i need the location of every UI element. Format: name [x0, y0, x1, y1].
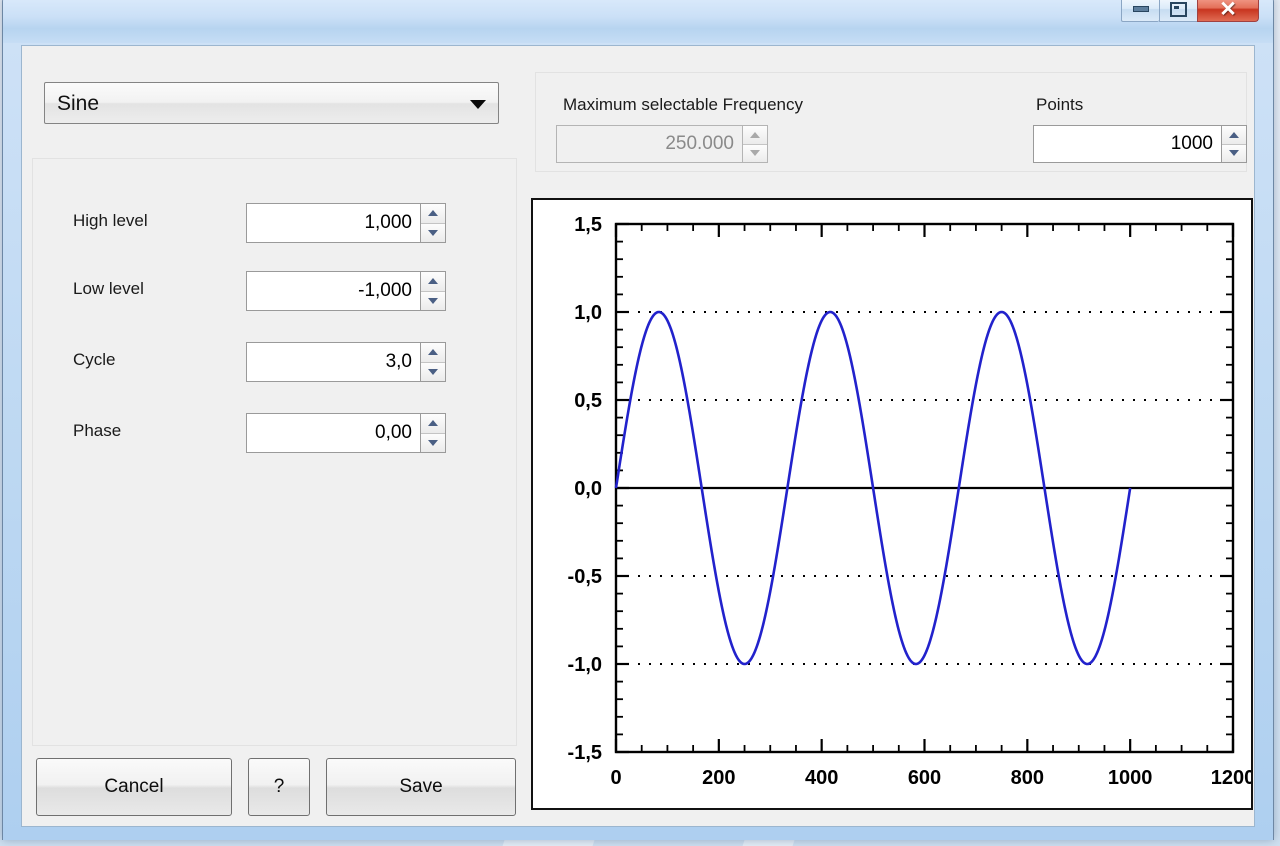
svg-text:-0,5: -0,5: [568, 566, 602, 588]
close-button[interactable]: ✕: [1197, 0, 1259, 22]
triangle-down-icon: [428, 368, 438, 375]
low-level-input[interactable]: -1,000: [246, 271, 420, 311]
phase-label: Phase: [73, 421, 122, 440]
window-controls: ✕: [1121, 0, 1259, 23]
waveform-type-dropdown[interactable]: Sine: [44, 82, 499, 124]
low-level-spin-buttons: [420, 271, 446, 311]
max-frequency-stepper: 250.000: [556, 125, 768, 163]
cycle-stepper[interactable]: 3,0: [246, 342, 446, 382]
help-button[interactable]: ?: [248, 758, 310, 816]
save-button[interactable]: Save: [326, 758, 516, 816]
triangle-down-icon: [428, 229, 438, 236]
svg-text:1200: 1200: [1211, 767, 1251, 789]
left-panel: Sine High level 1,000 Low level -1,000 C…: [22, 46, 527, 826]
dialog-buttons: Cancel ? Save: [36, 758, 516, 816]
low-level-stepper[interactable]: -1,000: [246, 271, 446, 311]
maximize-button[interactable]: [1159, 0, 1197, 22]
low-level-increment-button[interactable]: [421, 272, 445, 292]
svg-text:400: 400: [805, 767, 838, 789]
high-level-stepper[interactable]: 1,000: [246, 203, 446, 243]
high-level-label: High level: [73, 211, 148, 230]
triangle-up-icon: [428, 349, 438, 356]
param-row-low-level: Low level -1,000: [33, 271, 516, 311]
points-increment-button[interactable]: [1222, 126, 1246, 145]
points-stepper[interactable]: 1000: [1033, 125, 1247, 163]
phase-stepper[interactable]: 0,00: [246, 413, 446, 453]
points-decrement-button[interactable]: [1222, 144, 1246, 162]
svg-text:0: 0: [610, 767, 621, 789]
phase-spin-buttons: [420, 413, 446, 453]
phase-decrement-button[interactable]: [421, 433, 445, 452]
triangle-up-icon: [428, 278, 438, 285]
high-level-input[interactable]: 1,000: [246, 203, 420, 243]
high-level-spin-buttons: [420, 203, 446, 243]
max-frequency-spin-buttons: [742, 125, 768, 163]
triangle-up-icon: [428, 420, 438, 427]
triangle-up-icon: [428, 210, 438, 217]
dialog-client-area: Sine High level 1,000 Low level -1,000 C…: [21, 45, 1255, 827]
svg-text:800: 800: [1011, 767, 1044, 789]
cycle-spin-buttons: [420, 342, 446, 382]
points-label: Points: [1036, 95, 1084, 114]
svg-text:0,5: 0,5: [574, 390, 602, 412]
high-level-increment-button[interactable]: [421, 204, 445, 224]
svg-text:200: 200: [702, 767, 735, 789]
max-frequency-decrement-button: [743, 144, 767, 162]
waveform-chart-svg: 0 200 400 600 800 1000 1200 -1,5 -1,0 -0,5 0,0 0,5 1…: [568, 214, 1251, 789]
low-level-decrement-button[interactable]: [421, 291, 445, 310]
high-level-decrement-button[interactable]: [421, 223, 445, 242]
svg-text:-1,5: -1,5: [568, 742, 602, 764]
triangle-up-icon: [1229, 131, 1239, 138]
triangle-down-icon: [750, 150, 760, 157]
close-icon: ✕: [1219, 0, 1237, 21]
cancel-button[interactable]: Cancel: [36, 758, 232, 816]
triangle-down-icon: [1229, 150, 1239, 157]
max-frequency-increment-button: [743, 126, 767, 145]
phase-increment-button[interactable]: [421, 414, 445, 434]
param-row-cycle: Cycle 3,0: [33, 342, 516, 382]
cycle-increment-button[interactable]: [421, 343, 445, 363]
points-input[interactable]: 1000: [1033, 125, 1221, 163]
max-frequency-input: 250.000: [556, 125, 742, 163]
low-level-label: Low level: [73, 279, 144, 298]
right-panel: Maximum selectable Frequency Points 250.…: [527, 46, 1254, 826]
svg-text:-1,0: -1,0: [568, 654, 602, 676]
svg-text:1,0: 1,0: [574, 302, 602, 324]
minimize-icon: [1132, 6, 1149, 12]
param-row-high-level: High level 1,000: [33, 203, 516, 243]
cycle-label: Cycle: [73, 350, 116, 369]
cycle-input[interactable]: 3,0: [246, 342, 420, 382]
signal-settings-group: Maximum selectable Frequency Points 250.…: [535, 72, 1247, 172]
points-spin-buttons: [1221, 125, 1247, 163]
svg-text:0,0: 0,0: [574, 478, 602, 500]
triangle-down-icon: [428, 297, 438, 304]
parameters-group: High level 1,000 Low level -1,000 Cycle …: [32, 158, 517, 746]
svg-text:1000: 1000: [1108, 767, 1153, 789]
phase-input[interactable]: 0,00: [246, 413, 420, 453]
max-frequency-label: Maximum selectable Frequency: [563, 95, 803, 114]
cycle-decrement-button[interactable]: [421, 362, 445, 381]
chevron-down-icon: [470, 100, 486, 109]
triangle-up-icon: [750, 131, 760, 138]
triangle-down-icon: [428, 439, 438, 446]
application-window: ✕ Sine High level 1,000 Low level -1,000…: [2, 0, 1274, 840]
svg-text:1,5: 1,5: [574, 214, 602, 236]
maximize-icon: [1170, 1, 1187, 17]
minimize-button[interactable]: [1121, 0, 1159, 22]
svg-text:600: 600: [908, 767, 941, 789]
window-titlebar[interactable]: ✕: [3, 0, 1273, 43]
waveform-type-value: Sine: [57, 92, 100, 115]
param-row-phase: Phase 0,00: [33, 413, 516, 453]
waveform-preview-chart: 0 200 400 600 800 1000 1200 -1,5 -1,0 -0,5 0,0 0,5 1…: [531, 198, 1253, 810]
